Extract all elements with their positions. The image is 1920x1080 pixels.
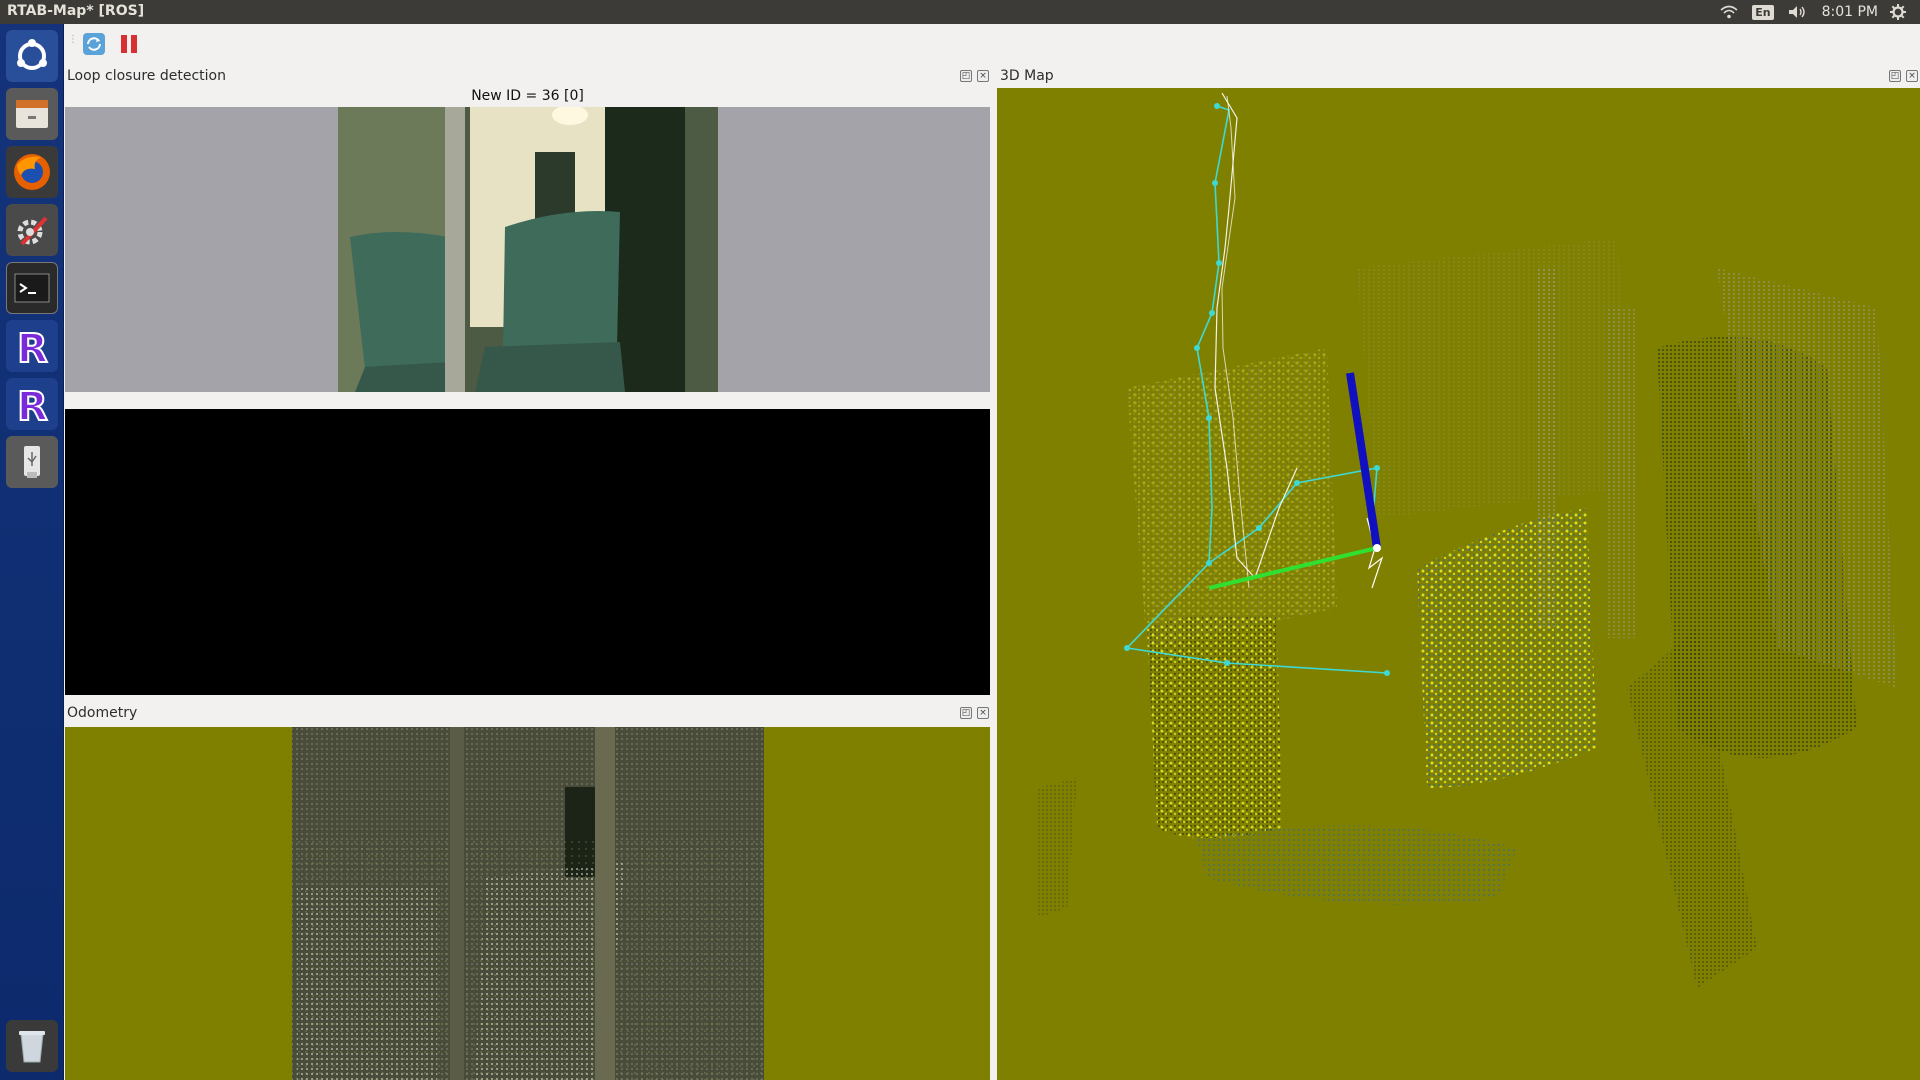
clock[interactable]: 8:01 PM <box>1822 4 1878 20</box>
view-separator <box>65 392 990 409</box>
main-toolbar: ⋮ <box>64 24 1920 64</box>
indicator-area: En 8:01 PM <box>1720 0 1920 24</box>
odometry-dock-title[interactable]: Odometry ◰ × <box>64 702 991 724</box>
svg-text:R: R <box>17 384 48 426</box>
dock-splitter[interactable] <box>991 64 997 1080</box>
close-icon[interactable]: × <box>977 707 989 719</box>
trash-icon[interactable] <box>6 1020 58 1072</box>
firefox-icon[interactable] <box>6 146 58 198</box>
loop-closure-match-view[interactable] <box>65 409 990 695</box>
dash-icon[interactable] <box>6 30 58 82</box>
close-icon[interactable]: × <box>1906 70 1918 82</box>
odometry-title: Odometry <box>67 705 138 721</box>
launcher: R R <box>0 24 64 1080</box>
window-title: RTAB-Map* [ROS] <box>7 3 145 19</box>
loop-closure-title: Loop closure detection <box>67 68 226 84</box>
map3d-view[interactable] <box>997 88 1920 1080</box>
new-id-label: New ID = 36 [0] <box>471 88 584 104</box>
keyboard-layout-label: En <box>1752 4 1774 20</box>
svg-text:R: R <box>17 326 48 368</box>
float-icon[interactable]: ◰ <box>960 707 972 719</box>
refresh-icon[interactable] <box>82 32 106 56</box>
point-cloud-canvas <box>1037 92 1897 988</box>
map3d-dock-title[interactable]: 3D Map ◰ × <box>997 65 1920 87</box>
close-icon[interactable]: × <box>977 70 989 82</box>
terminal-icon[interactable] <box>6 262 58 314</box>
toolbar-grip[interactable]: ⋮ <box>68 34 78 45</box>
top-panel: RTAB-Map* [ROS] En 8:01 PM <box>0 0 1920 24</box>
odometry-view[interactable] <box>65 727 990 1080</box>
usb-drive-icon[interactable] <box>6 436 58 488</box>
files-icon[interactable] <box>6 88 58 140</box>
system-settings-icon[interactable] <box>6 204 58 256</box>
wifi-icon[interactable] <box>1720 5 1738 19</box>
camera-image <box>338 107 718 392</box>
session-gear-icon[interactable] <box>1890 4 1906 20</box>
odometry-image <box>292 727 764 1080</box>
pause-icon[interactable] <box>117 32 141 56</box>
float-icon[interactable]: ◰ <box>960 70 972 82</box>
keyboard-layout-indicator[interactable]: En <box>1752 4 1774 20</box>
rtabmap-icon[interactable]: R <box>6 320 58 372</box>
map3d-title: 3D Map <box>1000 68 1054 84</box>
float-icon[interactable]: ◰ <box>1889 70 1901 82</box>
loop-closure-image-view[interactable] <box>65 107 990 392</box>
loop-closure-dock-title[interactable]: Loop closure detection ◰ × <box>64 65 991 87</box>
volume-icon[interactable] <box>1788 5 1808 19</box>
rtabmap-icon[interactable]: R <box>6 378 58 430</box>
